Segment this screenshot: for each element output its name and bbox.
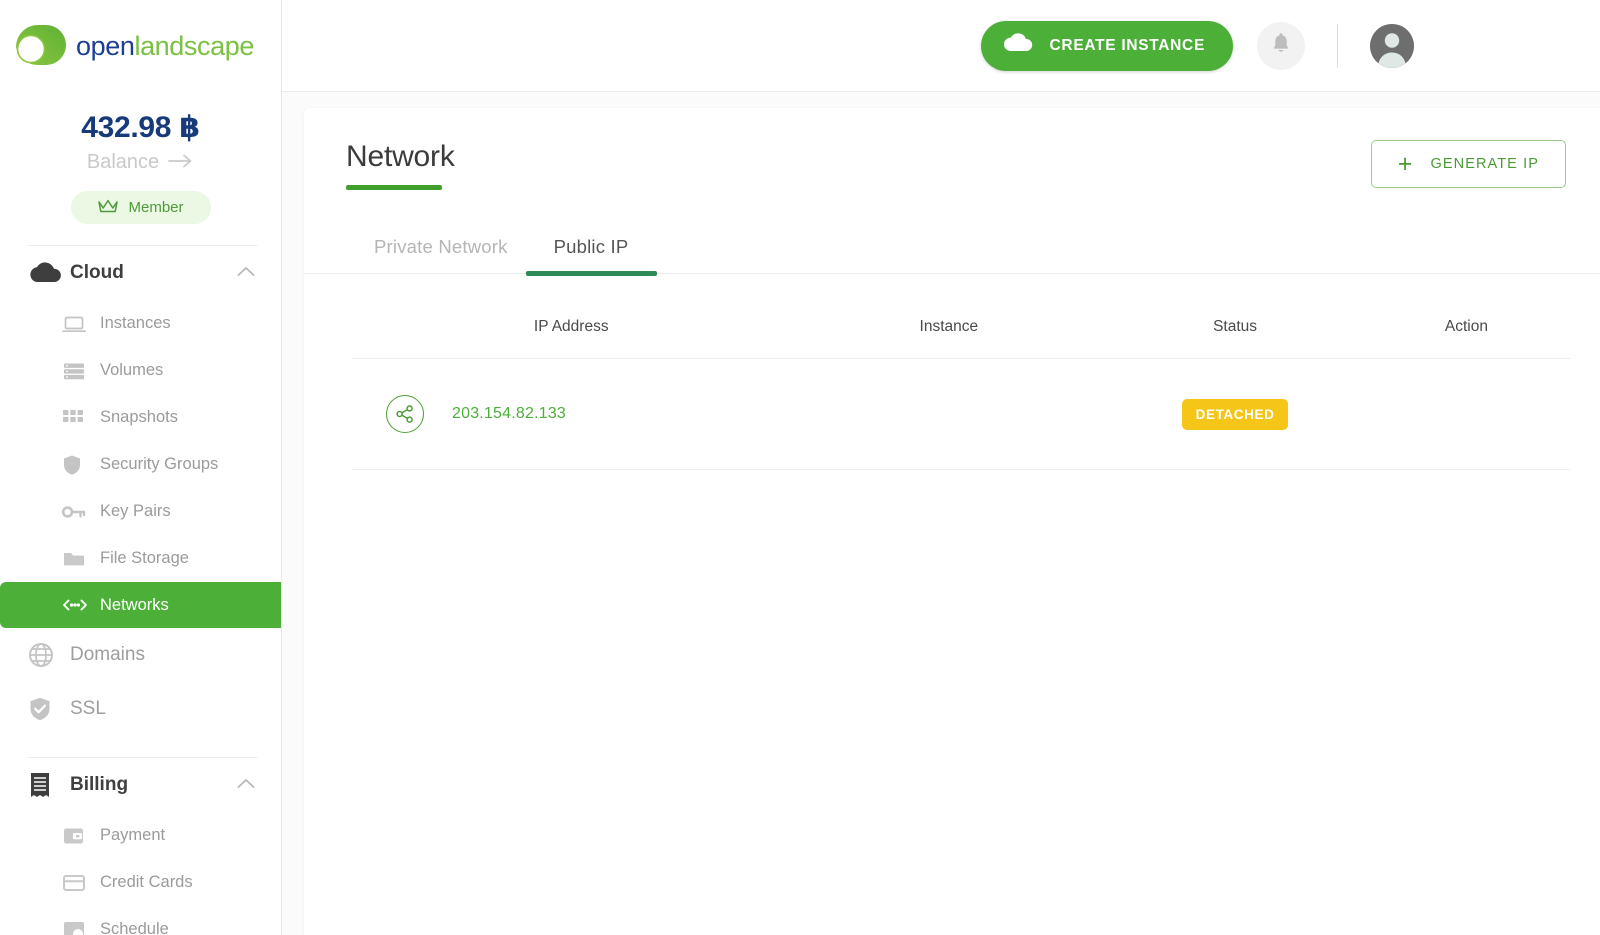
column-header-instance: Instance	[790, 274, 1108, 359]
share-nodes-icon[interactable]	[386, 395, 424, 433]
tab-public-ip[interactable]: Public IP	[525, 236, 658, 276]
grid-icon	[62, 409, 100, 426]
server-stack-icon	[62, 362, 100, 380]
notifications-button[interactable]	[1257, 21, 1305, 70]
sidebar-item-label: Key Pairs	[100, 502, 171, 520]
sidebar-item-key-pairs[interactable]: Key Pairs	[0, 488, 281, 535]
network-tabs: Private Network Public IP	[304, 236, 1600, 276]
sidebar-item-security-groups[interactable]: Security Groups	[0, 441, 281, 488]
shield-check-icon	[28, 696, 70, 722]
brand-logo[interactable]: openlandscape	[0, 0, 281, 92]
cell-action[interactable]	[1362, 358, 1570, 470]
sidebar-item-credit-cards[interactable]: Credit Cards	[0, 859, 281, 906]
sidebar-item-snapshots[interactable]: Snapshots	[0, 394, 281, 441]
sidebar-item-label: Networks	[100, 595, 169, 614]
main-content: Network + GENERATE IP Private Network Pu…	[282, 92, 1600, 935]
generate-ip-label: GENERATE IP	[1430, 156, 1539, 172]
table-head: IP Address Instance Status Action	[352, 274, 1570, 359]
header-divider	[1337, 23, 1338, 68]
cell-ip-address: 203.154.82.133	[352, 358, 791, 470]
laptop-icon	[62, 315, 100, 333]
cloud-icon	[28, 262, 70, 284]
title-underline	[346, 185, 442, 190]
sidebar-group-cloud-label: Cloud	[70, 262, 124, 283]
globe-icon	[28, 642, 70, 668]
balance-block: 432.98 ฿ Balance Member	[0, 92, 281, 224]
sidebar-item-label: SSL	[70, 698, 106, 719]
column-header-status: Status	[1107, 274, 1363, 359]
balance-label: Balance	[86, 151, 160, 173]
member-badge: Member	[70, 191, 211, 224]
table-body: 203.154.82.133 DETACHED	[352, 358, 1570, 470]
sidebar-item-label: Payment	[100, 826, 166, 844]
network-card: Network + GENERATE IP Private Network Pu…	[304, 108, 1600, 935]
avatar[interactable]	[1370, 23, 1414, 68]
folder-icon	[62, 550, 100, 568]
sidebar-item-ssl[interactable]: SSL	[0, 682, 281, 736]
sidebar-item-networks[interactable]: Networks	[0, 582, 281, 628]
brand-name-part1: open	[76, 30, 135, 61]
sidebar-item-schedule[interactable]: Schedule	[0, 906, 281, 935]
column-header-ip-address: IP Address	[352, 274, 791, 359]
top-header: CREATE INSTANCE	[282, 0, 1600, 92]
sidebar-item-volumes[interactable]: Volumes	[0, 347, 281, 394]
sidebar-item-file-storage[interactable]: File Storage	[0, 535, 281, 582]
wallet-icon	[62, 826, 100, 846]
sidebar-item-label: Snapshots	[100, 408, 178, 426]
key-icon	[62, 505, 100, 519]
sidebar-item-label: Security Groups	[100, 455, 219, 473]
chevron-up-icon[interactable]	[237, 264, 255, 282]
public-ip-table: IP Address Instance Status Action 203.15…	[352, 274, 1570, 470]
chevron-up-icon[interactable]	[237, 776, 255, 794]
status-badge: DETACHED	[1181, 398, 1289, 430]
ip-address-link[interactable]: 203.154.82.133	[452, 405, 566, 423]
sidebar-item-label: Schedule	[100, 920, 169, 935]
sidebar-item-label: Domains	[70, 644, 145, 665]
balance-amount: 432.98 ฿	[81, 111, 200, 144]
generate-ip-button[interactable]: + GENERATE IP	[1370, 140, 1566, 188]
create-instance-label: CREATE INSTANCE	[1049, 36, 1205, 54]
cloud-icon	[1003, 33, 1033, 58]
sidebar-item-label: Volumes	[100, 361, 164, 379]
sidebar-item-domains[interactable]: Domains	[0, 628, 281, 682]
plus-icon: +	[1397, 149, 1414, 178]
column-header-action: Action	[1362, 274, 1570, 359]
member-badge-label: Member	[128, 199, 184, 216]
table-header-row: IP Address Instance Status Action	[352, 274, 1570, 359]
tab-private-network[interactable]: Private Network	[374, 236, 508, 273]
sidebar-item-instances[interactable]: Instances	[0, 300, 281, 347]
receipt-icon	[28, 771, 70, 799]
balance-link[interactable]: Balance	[87, 151, 194, 174]
leaf-droplet-logo-icon	[12, 23, 70, 69]
page-header: Network + GENERATE IP	[304, 108, 1600, 190]
sidebar-group-cloud[interactable]: Cloud	[0, 246, 281, 300]
page-title: Network	[346, 140, 455, 173]
app-root: openlandscape 432.98 ฿ Balance Member Cl…	[0, 0, 1600, 935]
bell-icon	[1271, 32, 1291, 59]
user-avatar-icon	[1370, 23, 1414, 68]
content-column: CREATE INSTANCE Network + GENERATE IP Pr…	[282, 0, 1600, 935]
credit-card-icon	[62, 874, 100, 892]
create-instance-button[interactable]: CREATE INSTANCE	[980, 20, 1233, 71]
calendar-icon	[62, 919, 100, 935]
sidebar-group-billing-label: Billing	[70, 774, 129, 795]
sidebar-item-label: Instances	[100, 314, 171, 332]
arrow-right-icon	[168, 151, 194, 174]
shield-icon	[62, 454, 100, 476]
cell-status: DETACHED	[1107, 358, 1363, 470]
sidebar-group-billing[interactable]: Billing	[0, 758, 281, 812]
crown-icon	[97, 198, 119, 218]
sidebar-item-payment[interactable]: Payment	[0, 812, 281, 859]
cell-instance	[790, 358, 1108, 470]
table-row: 203.154.82.133 DETACHED	[352, 358, 1570, 470]
sidebar: openlandscape 432.98 ฿ Balance Member Cl…	[0, 0, 282, 935]
ip-cell-inner: 203.154.82.133	[352, 395, 790, 433]
page-title-block: Network	[346, 140, 455, 190]
sidebar-item-label: Credit Cards	[100, 873, 193, 891]
brand-wordmark: openlandscape	[76, 31, 254, 62]
brand-name-part2: landscape	[134, 30, 254, 61]
sidebar-item-label: File Storage	[100, 549, 189, 567]
network-arrows-icon	[62, 598, 100, 612]
